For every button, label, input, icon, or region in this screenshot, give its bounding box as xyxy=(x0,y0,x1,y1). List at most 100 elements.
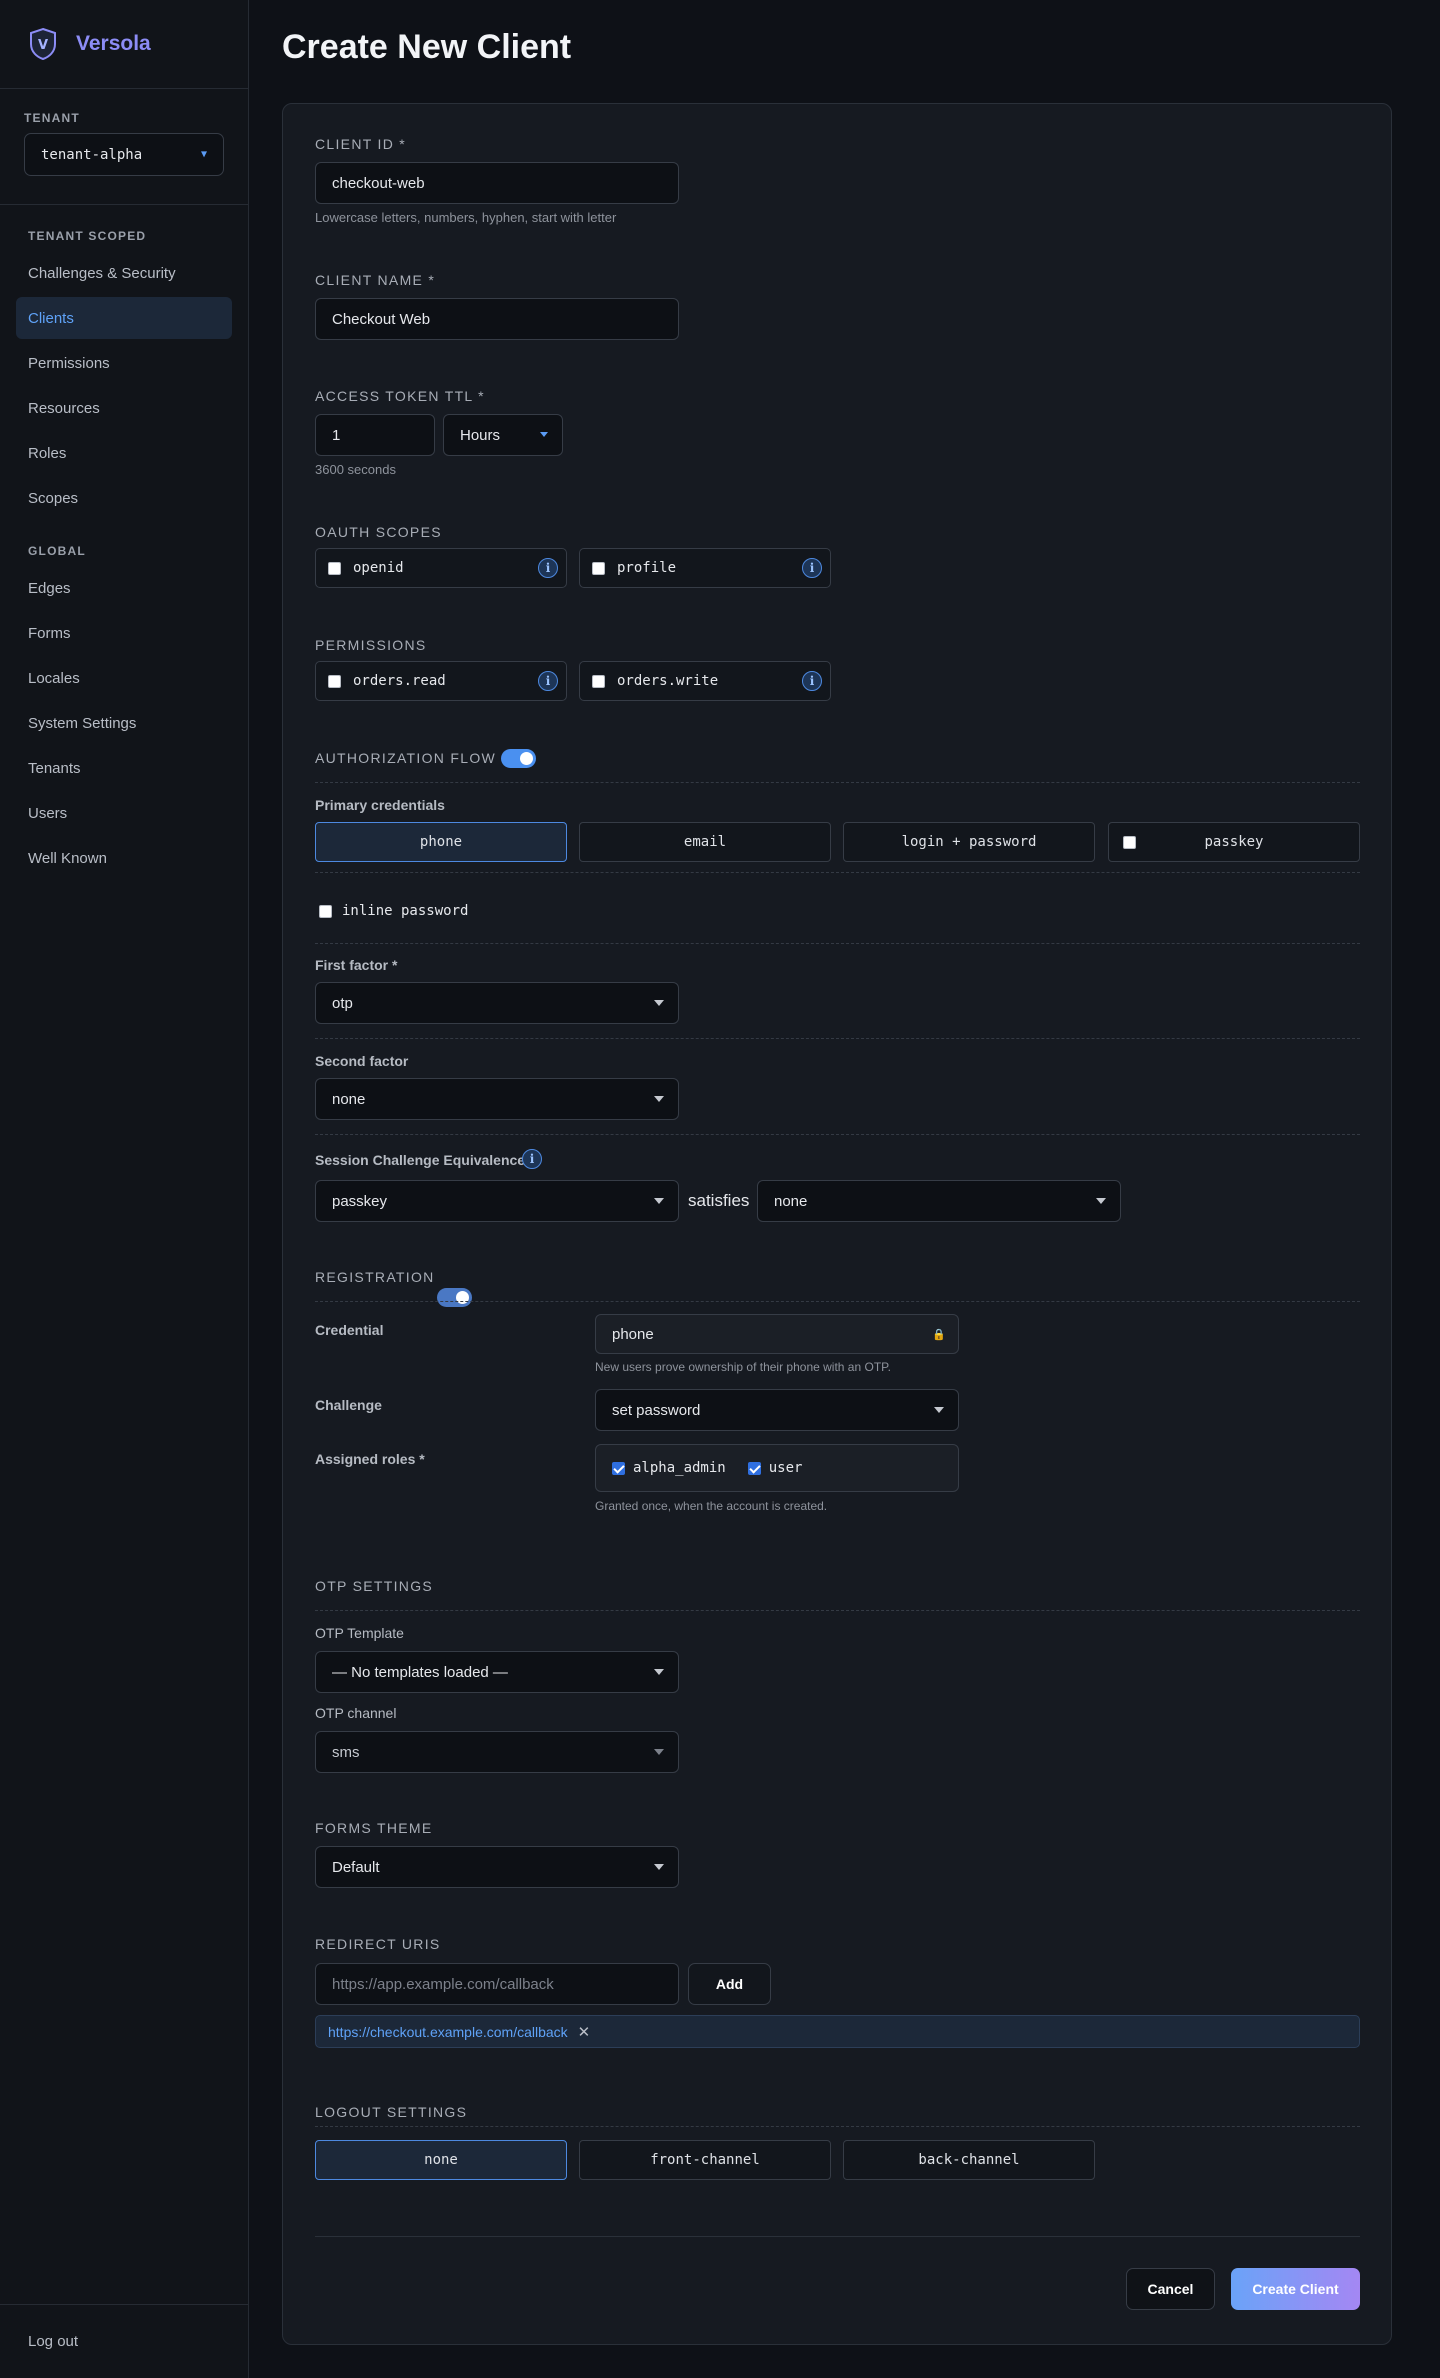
client-id-label: CLIENT ID * xyxy=(315,136,407,152)
auth-flow-toggle[interactable] xyxy=(501,749,536,768)
primary-option-login-password[interactable]: login + password xyxy=(843,822,1095,862)
primary-option-passkey[interactable]: passkey xyxy=(1108,822,1360,862)
first-factor-label: First factor * xyxy=(315,957,398,973)
divider xyxy=(315,1134,1360,1135)
tenant-select-value: tenant-alpha xyxy=(41,146,143,163)
logout-option-back-channel[interactable]: back-channel xyxy=(843,2140,1095,2180)
equivalences-label: Session Challenge Equivalences xyxy=(315,1152,533,1168)
role-user-checkbox[interactable] xyxy=(747,1461,761,1475)
scope-profile-checkbox[interactable] xyxy=(592,561,605,575)
sidebar-item-clients[interactable]: Clients xyxy=(16,297,232,339)
otp-template-value: — No templates loaded — xyxy=(332,1663,508,1681)
permission-orders-write-label: orders.write xyxy=(617,673,719,689)
chevron-down-icon xyxy=(540,432,548,437)
registration-label: REGISTRATION xyxy=(315,1269,435,1285)
otp-template-select[interactable]: — No templates loaded — xyxy=(315,1651,679,1693)
forms-theme-value: Default xyxy=(332,1858,380,1876)
cancel-button[interactable]: Cancel xyxy=(1126,2268,1215,2310)
sidebar-item-permissions[interactable]: Permissions xyxy=(16,342,232,384)
sidebar-item-roles[interactable]: Roles xyxy=(16,432,232,474)
client-id-input[interactable]: checkout-web xyxy=(315,162,679,204)
access-ttl-input[interactable]: 1 xyxy=(315,414,435,456)
otp-channel-select[interactable]: sms xyxy=(315,1731,679,1773)
client-name-input[interactable]: Checkout Web xyxy=(315,298,679,340)
add-redirect-uri-button[interactable]: Add xyxy=(688,1963,771,2005)
brand[interactable]: V Versola xyxy=(0,0,248,89)
global-heading: GLOBAL xyxy=(28,544,86,558)
primary-credentials-label: Primary credentials xyxy=(315,797,445,813)
info-icon[interactable]: i xyxy=(522,1149,542,1169)
sidebar-item-resources[interactable]: Resources xyxy=(16,387,232,429)
sidebar: V Versola TENANT tenant-alpha ▼ TENANT S… xyxy=(0,0,249,2378)
create-client-button[interactable]: Create Client xyxy=(1231,2268,1360,2310)
otp-settings-label: OTP SETTINGS xyxy=(315,1578,434,1594)
redirect-uri-input[interactable]: https://app.example.com/callback xyxy=(315,1963,679,2005)
otp-template-label: OTP Template xyxy=(315,1625,404,1641)
assigned-roles-box: alpha_admin user xyxy=(595,1444,959,1492)
sidebar-item-locales[interactable]: Locales xyxy=(16,657,232,699)
logout-settings-label: LOGOUT SETTINGS xyxy=(315,2104,468,2120)
chevron-down-icon xyxy=(654,1000,664,1006)
shield-logo-icon: V xyxy=(30,27,56,61)
role-alpha-admin-checkbox[interactable] xyxy=(612,1461,625,1475)
assigned-roles-hint: Granted once, when the account is create… xyxy=(595,1499,828,1513)
primary-option-email[interactable]: email xyxy=(579,822,831,862)
scope-chip-profile[interactable]: profile i xyxy=(579,548,831,588)
second-factor-value: none xyxy=(332,1090,366,1108)
info-icon[interactable]: i xyxy=(538,558,558,578)
sidebar-item-users[interactable]: Users xyxy=(16,792,232,834)
permission-orders-write-checkbox[interactable] xyxy=(592,674,605,688)
sidebar-item-challenges-security[interactable]: Challenges & Security xyxy=(16,252,232,294)
first-factor-select[interactable]: otp xyxy=(315,982,679,1024)
inline-password-label: inline password xyxy=(342,903,469,919)
logout-option-front-channel[interactable]: front-channel xyxy=(579,2140,831,2180)
equivalence-challenge-select[interactable]: passkey xyxy=(315,1180,679,1222)
info-icon[interactable]: i xyxy=(802,558,822,578)
sidebar-item-tenants[interactable]: Tenants xyxy=(16,747,232,789)
assigned-roles-label: Assigned roles * xyxy=(315,1451,425,1467)
logout-link[interactable]: Log out xyxy=(0,2304,249,2378)
logout-option-none[interactable]: none xyxy=(315,2140,567,2180)
client-id-hint: Lowercase letters, numbers, hyphen, star… xyxy=(315,210,617,225)
close-icon[interactable]: ✕ xyxy=(578,2023,591,2041)
tenant-select[interactable]: tenant-alpha ▼ xyxy=(24,133,224,176)
chevron-down-icon: ▼ xyxy=(200,149,207,160)
otp-channel-value: sms xyxy=(332,1743,360,1761)
credential-hint: New users prove ownership of their phone… xyxy=(595,1360,891,1374)
sidebar-item-edges[interactable]: Edges xyxy=(16,567,232,609)
passkey-checkbox[interactable] xyxy=(1123,835,1136,849)
second-factor-select[interactable]: none xyxy=(315,1078,679,1120)
scope-chip-openid[interactable]: openid i xyxy=(315,548,567,588)
sidebar-item-system-settings[interactable]: System Settings xyxy=(16,702,232,744)
equivalence-satisfies-select[interactable]: none xyxy=(757,1180,1121,1222)
chevron-down-icon xyxy=(654,1669,664,1675)
permission-chip-orders-write[interactable]: orders.write i xyxy=(579,661,831,701)
challenge-label: Challenge xyxy=(315,1397,382,1413)
divider xyxy=(315,872,1360,873)
info-icon[interactable]: i xyxy=(538,671,558,691)
scope-openid-label: openid xyxy=(353,560,404,576)
satisfies-text: satisfies xyxy=(688,1191,750,1210)
sidebar-item-well-known[interactable]: Well Known xyxy=(16,837,232,879)
role-user-label: user xyxy=(768,1460,803,1476)
chevron-down-icon xyxy=(654,1864,664,1870)
equivalence-challenge-value: passkey xyxy=(332,1192,388,1210)
inline-password-option[interactable]: inline password xyxy=(319,903,468,919)
sidebar-item-forms[interactable]: Forms xyxy=(16,612,232,654)
permission-orders-read-checkbox[interactable] xyxy=(328,674,341,688)
scope-openid-checkbox[interactable] xyxy=(328,561,341,575)
info-icon[interactable]: i xyxy=(802,671,822,691)
chevron-down-icon xyxy=(654,1096,664,1102)
auth-flow-label: AUTHORIZATION FLOW xyxy=(315,750,497,766)
tenant-scoped-heading: TENANT SCOPED xyxy=(28,229,147,243)
inline-password-checkbox[interactable] xyxy=(319,904,332,918)
forms-theme-select[interactable]: Default xyxy=(315,1846,679,1888)
scope-profile-label: profile xyxy=(617,560,677,576)
primary-option-phone[interactable]: phone xyxy=(315,822,567,862)
permission-chip-orders-read[interactable]: orders.read i xyxy=(315,661,567,701)
credential-label: Credential xyxy=(315,1322,384,1338)
sidebar-item-scopes[interactable]: Scopes xyxy=(16,477,232,519)
access-ttl-unit-select[interactable]: Hours xyxy=(443,414,563,456)
challenge-select[interactable]: set password xyxy=(595,1389,959,1431)
registration-toggle[interactable] xyxy=(437,1288,472,1307)
